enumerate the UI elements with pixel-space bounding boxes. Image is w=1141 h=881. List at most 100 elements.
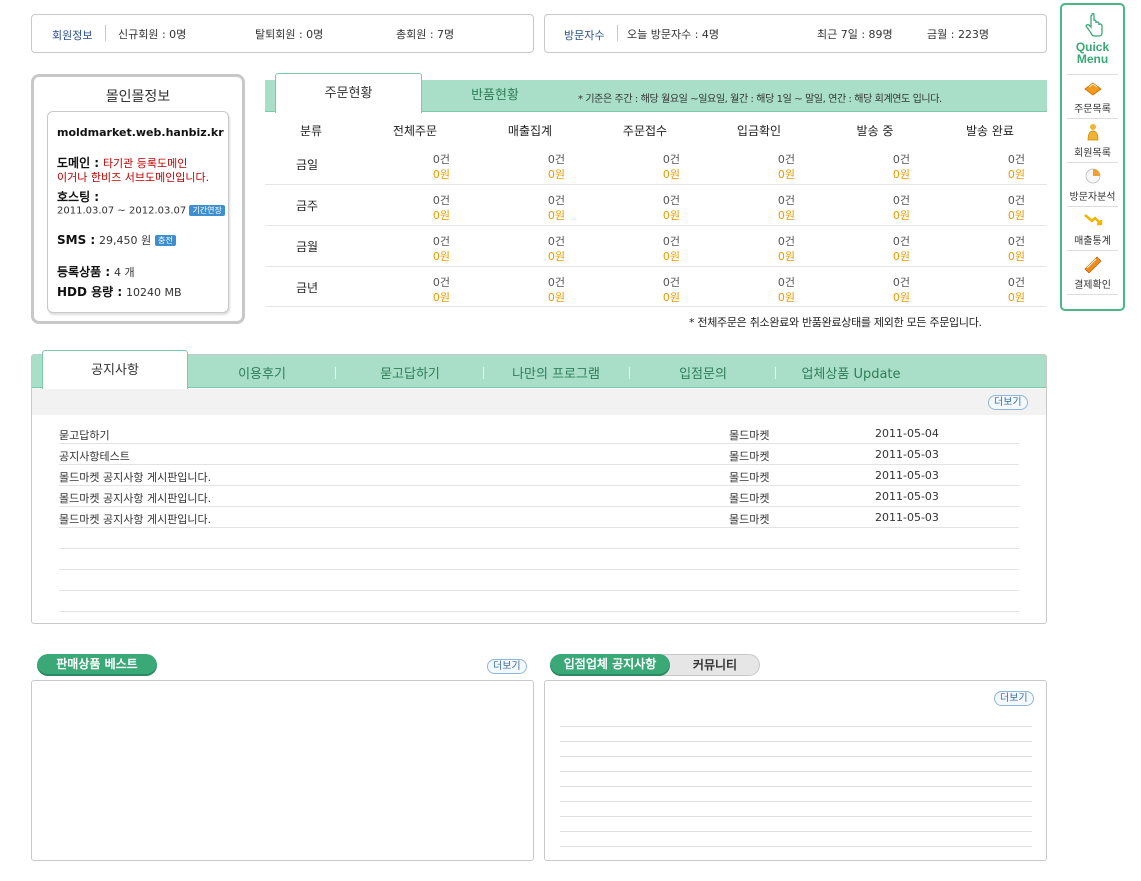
divider	[105, 25, 106, 41]
best-products-more-button[interactable]: 더보기	[487, 659, 527, 674]
notice-author: 몰드마켓	[729, 429, 770, 442]
tab-reviews[interactable]: 이용후기	[202, 363, 322, 382]
row-divider	[560, 741, 1032, 742]
order-count: 0건	[432, 194, 450, 207]
notice-author: 몰드마켓	[729, 471, 770, 484]
order-header-received: 주문접수	[622, 124, 668, 138]
tab-my-program[interactable]: 나만의 프로그램	[495, 363, 617, 382]
quick-item-label: 결제확인	[1074, 280, 1111, 291]
order-amount: 0원	[1007, 250, 1025, 263]
visitors-today: 오늘 방문자수 : 4명	[627, 28, 720, 41]
charge-sms-button[interactable]: 충전	[154, 235, 176, 246]
order-header-total: 전체주문	[392, 124, 438, 138]
order-count: 0건	[1007, 276, 1025, 289]
table-row[interactable]: 몰드마켓 공지사항 게시판입니다. 몰드마켓 2011-05-03	[59, 507, 1019, 528]
hosting-label: 호스팅 :	[57, 190, 100, 204]
order-amount: 0원	[777, 291, 795, 304]
member-stats-bar: 회원정보 신규회원 : 0명 탈퇴회원 : 0명 총회원 : 7명	[31, 14, 534, 53]
table-row[interactable]: 몰드마켓 공지사항 게시판입니다. 몰드마켓 2011-05-03	[59, 465, 1019, 486]
row-divider	[560, 771, 1032, 772]
row-divider	[560, 801, 1032, 802]
table-row[interactable]: 공지사항테스트 몰드마켓 2011-05-03	[59, 444, 1019, 465]
hdd-row: HDD 용량 : 10240 MB	[57, 283, 182, 300]
hdd-value: 10240 MB	[126, 286, 182, 299]
order-count: 0건	[662, 153, 680, 166]
order-list-icon	[1084, 82, 1102, 96]
notice-title[interactable]: 몰드마켓 공지사항 게시판입니다.	[59, 490, 211, 506]
member-stats-label: 회원정보	[52, 29, 93, 42]
tab-order-status[interactable]: 주문현황	[275, 73, 422, 113]
vendor-notice-panel: 더보기	[544, 680, 1047, 861]
notice-title[interactable]: 몰드마켓 공지사항 게시판입니다.	[59, 469, 211, 485]
tab-qna[interactable]: 묻고답하기	[350, 363, 470, 382]
order-amount: 0원	[432, 250, 450, 263]
new-members: 신규회원 : 0명	[118, 28, 187, 41]
order-count: 0건	[777, 235, 795, 248]
tab-vendor-update[interactable]: 업체상품 Update	[788, 363, 914, 382]
visitors-week: 최근 7일 : 89명	[817, 28, 893, 41]
quick-item-orders[interactable]: 주문목록	[1067, 74, 1118, 118]
domain-url: moldmarket.web.hanbiz.kr	[57, 126, 224, 139]
tab-store-inquiry[interactable]: 입점문의	[643, 363, 763, 382]
mall-info-card: moldmarket.web.hanbiz.kr 도메인 : 타기관 등록도메인…	[47, 111, 229, 313]
table-row[interactable]: 묻고답하기 몰드마켓 2011-05-04	[59, 423, 1019, 444]
notice-title[interactable]: 공지사항테스트	[59, 448, 130, 464]
order-count: 0건	[432, 153, 450, 166]
table-row[interactable]: 몰드마켓 공지사항 게시판입니다. 몰드마켓 2011-05-03	[59, 486, 1019, 507]
empty-row	[59, 570, 1019, 591]
row-divider	[560, 726, 1032, 727]
withdrawn-members: 탈퇴회원 : 0명	[255, 28, 324, 41]
tab-return-status[interactable]: 반품현황	[440, 80, 550, 112]
quick-item-visitors[interactable]: 방문자분석	[1067, 162, 1118, 206]
quick-item-label: 주문목록	[1074, 104, 1111, 115]
visitor-stats-bar: 방문자수 오늘 방문자수 : 4명 최근 7일 : 89명 금월 : 223명	[544, 14, 1047, 53]
quick-menu-title-2: Menu	[1076, 52, 1109, 66]
mall-info-panel: 몰인몰정보 moldmarket.web.hanbiz.kr 도메인 : 타기관…	[31, 74, 245, 324]
order-amount: 0원	[547, 291, 565, 304]
order-count: 0건	[892, 235, 910, 248]
notice-author: 몰드마켓	[729, 450, 770, 463]
quick-item-payment[interactable]: 결제확인	[1067, 250, 1118, 294]
order-row-label: 금일	[296, 158, 319, 172]
domain-note-2: 이거나 한비즈 서브도메인입니다.	[57, 171, 210, 184]
order-count: 0건	[892, 194, 910, 207]
notice-title[interactable]: 묻고답하기	[59, 427, 110, 443]
quick-item-sales[interactable]: 매출통계	[1067, 206, 1118, 250]
row-divider	[265, 184, 1047, 185]
notice-title[interactable]: 몰드마켓 공지사항 게시판입니다.	[59, 511, 211, 527]
vendor-notice-more-button[interactable]: 더보기	[994, 691, 1034, 706]
extend-hosting-button[interactable]: 기간연장	[189, 205, 225, 216]
order-amount: 0원	[432, 291, 450, 304]
order-amount: 0원	[1007, 168, 1025, 181]
row-divider	[560, 816, 1032, 817]
order-amount: 0원	[662, 291, 680, 304]
order-amount: 0원	[432, 168, 450, 181]
best-products-panel	[31, 680, 534, 861]
visitor-stats-label: 방문자수	[564, 29, 605, 42]
notice-author: 몰드마켓	[729, 492, 770, 505]
order-count: 0건	[1007, 153, 1025, 166]
sms-row: SMS : 29,450 원 충전	[57, 232, 176, 248]
hdd-label: HDD 용량 :	[57, 285, 123, 299]
quick-item-members[interactable]: 회원목록	[1067, 118, 1118, 162]
best-products-title[interactable]: 판매상품 베스트	[37, 654, 157, 676]
order-header-delivered: 발송 완료	[966, 124, 1014, 138]
total-members: 총회원 : 7명	[396, 28, 455, 41]
divider	[617, 25, 618, 41]
row-divider	[265, 225, 1047, 226]
domain-label: 도메인 :	[57, 156, 100, 170]
visitor-analysis-icon	[1085, 168, 1101, 184]
divider	[775, 367, 776, 379]
products-label: 등록상품 :	[57, 265, 111, 279]
order-amount: 0원	[547, 250, 565, 263]
quick-menu: Quick Menu 주문목록 회원목록 방문자분석 매출통계 결제확인	[1060, 3, 1125, 311]
order-row-label: 금월	[296, 240, 319, 254]
order-count: 0건	[662, 276, 680, 289]
notice-more-button[interactable]: 더보기	[988, 395, 1028, 410]
tab-vendor-notice[interactable]: 입점업체 공지사항	[550, 654, 670, 676]
order-count: 0건	[547, 235, 565, 248]
divider	[483, 367, 484, 379]
row-divider	[560, 786, 1032, 787]
tab-notice[interactable]: 공지사항	[42, 350, 188, 389]
order-header-deposit: 입금확인	[736, 124, 782, 138]
